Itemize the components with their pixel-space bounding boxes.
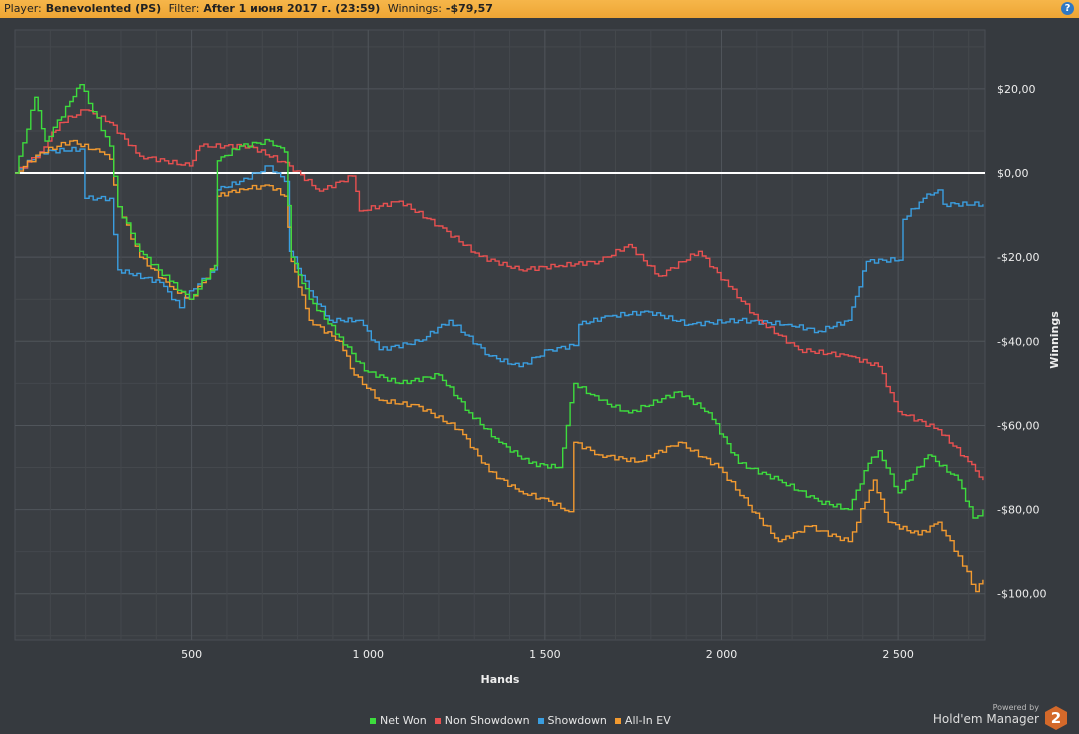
x-axis-label: Hands [481,673,520,686]
x-tick-label: 500 [181,648,202,661]
x-tick-label: 1 500 [529,648,561,661]
legend-item-net-won[interactable]: Net Won [370,714,427,727]
plot-area [14,29,986,641]
x-axis: 500 1 000 1 500 2 000 2 500 [181,648,914,661]
y-tick-label: -$100,00 [997,588,1046,601]
powered-by: Powered by [992,703,1039,712]
x-tick-label: 2 000 [706,648,738,661]
product-name: Hold'em Manager [932,712,1039,726]
y-tick-label: -$60,00 [997,419,1039,432]
x-tick-label: 2 500 [882,648,914,661]
legend-item-showdown[interactable]: Showdown [537,714,607,727]
y-tick-label: $20,00 [997,83,1036,96]
y-axis-label: Winnings [1048,311,1061,369]
winnings-chart: 500 1 000 1 500 2 000 2 500 $20,00 $0,00 -$20,… [14,29,1061,686]
legend-item-non-showdown[interactable]: Non Showdown [434,714,530,727]
x-tick-label: 1 000 [352,648,384,661]
y-tick-label: -$40,00 [997,335,1039,348]
y-tick-label: -$80,00 [997,504,1039,517]
y-tick-label: -$20,00 [997,251,1039,264]
legend-item-all-in-ev[interactable]: All-In EV [614,714,671,727]
y-tick-label: $0,00 [997,167,1029,180]
grid [14,29,986,641]
legend: Net Won Non Showdown Showdown All-In EV [370,714,671,727]
